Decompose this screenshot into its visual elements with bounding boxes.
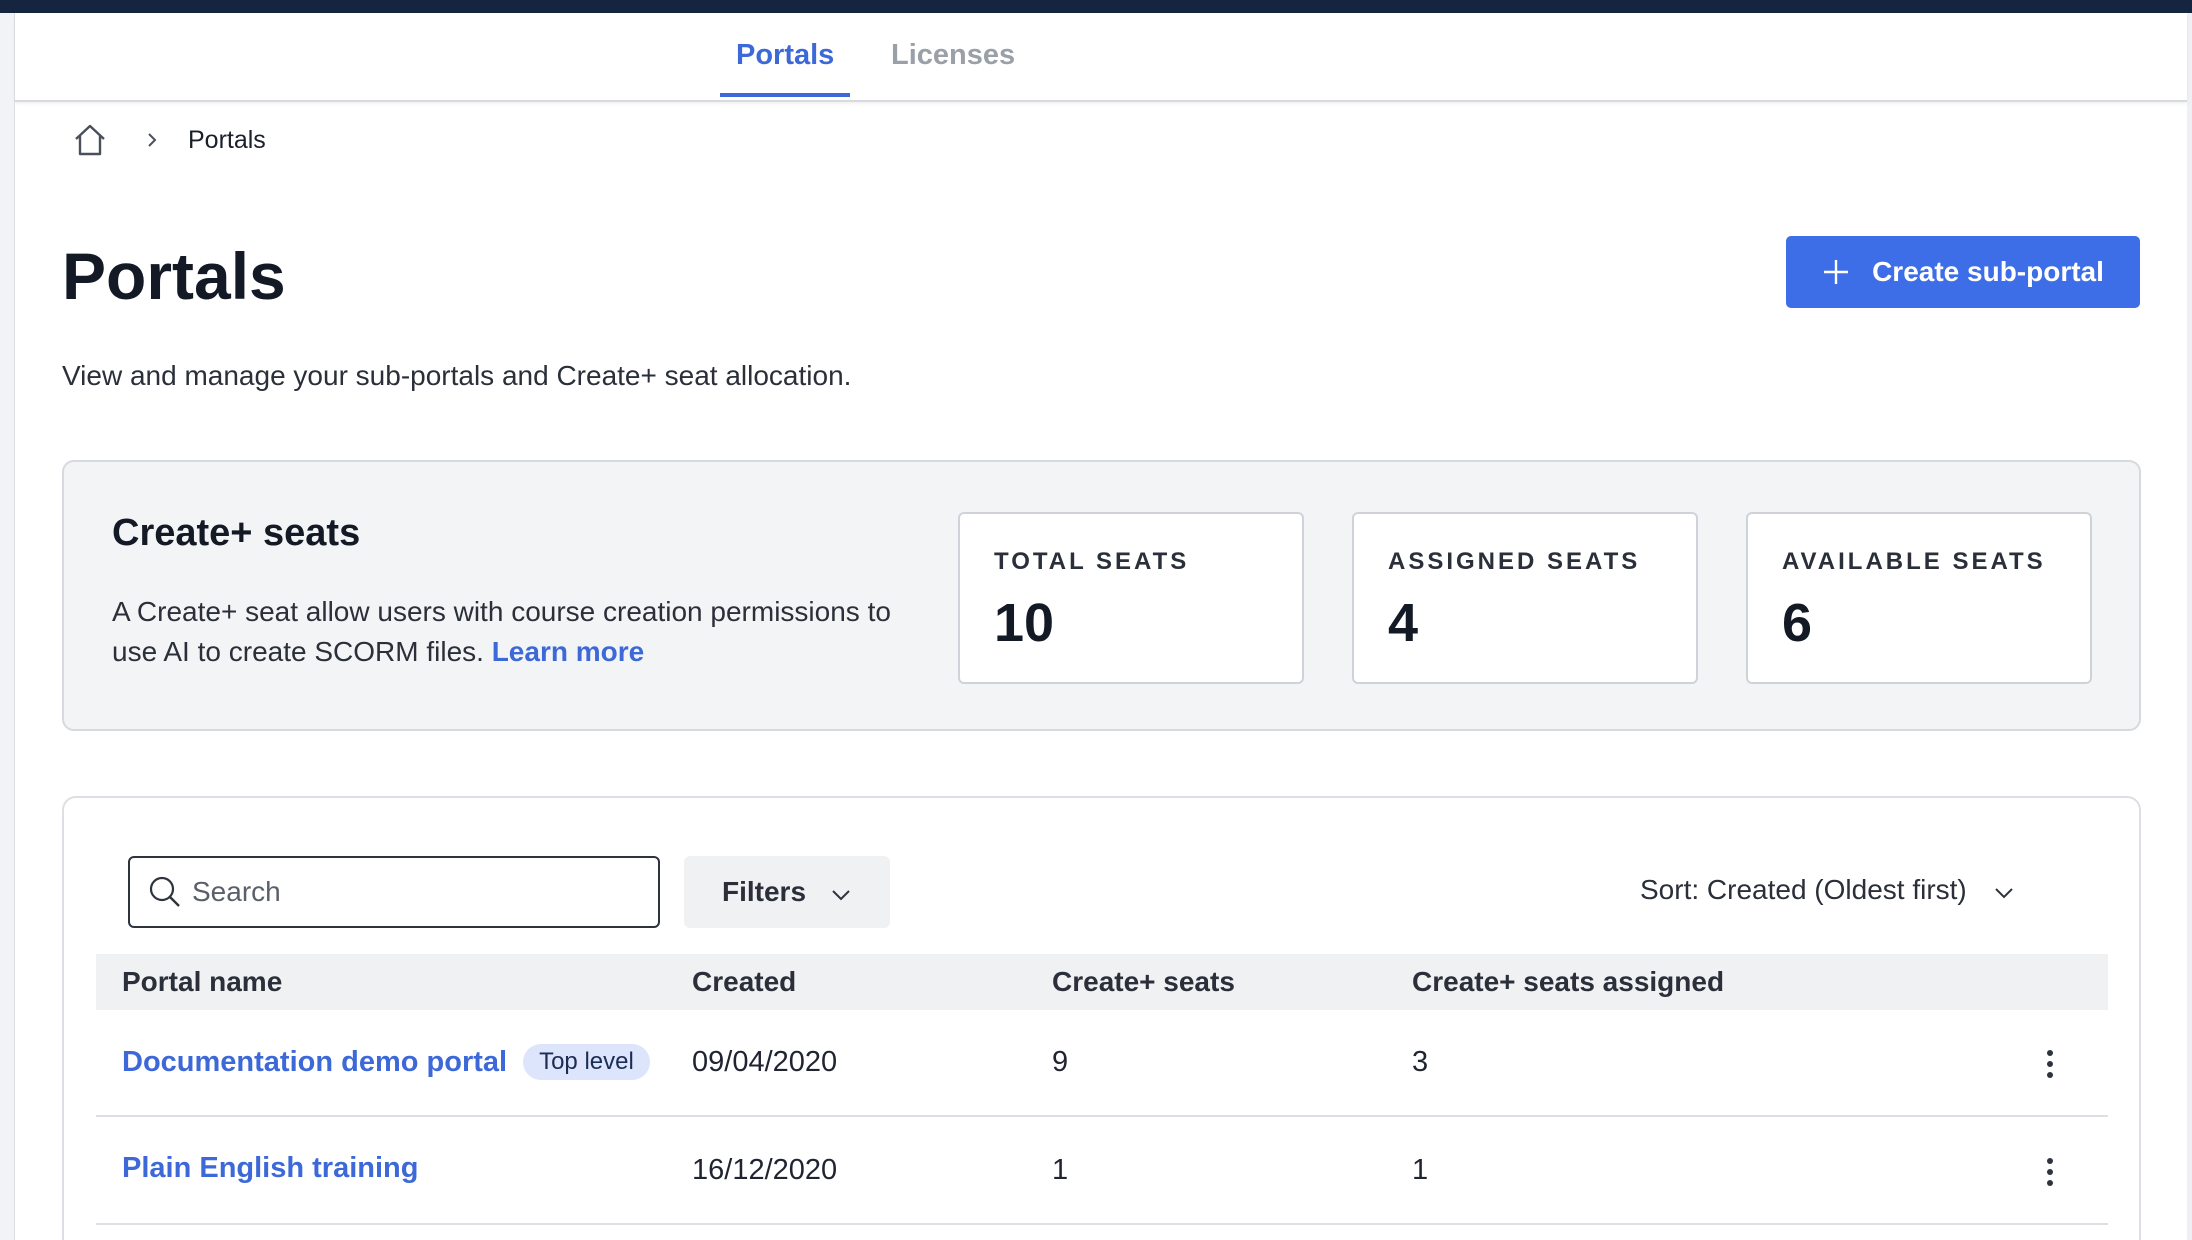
page-subtitle: View and manage your sub-portals and Cre…: [62, 360, 852, 391]
create-sub-portal-button[interactable]: Create sub-portal: [1786, 236, 2140, 308]
stat-value: 10: [994, 593, 1055, 653]
sort-label: Sort: Created (Oldest first): [1640, 874, 1967, 905]
search-box[interactable]: [128, 856, 660, 928]
page-title: Portals: [62, 239, 286, 313]
seats-description: A Create+ seat allow users with course c…: [112, 592, 932, 672]
tab-portals[interactable]: Portals: [720, 39, 851, 97]
tab-licenses[interactable]: Licenses: [875, 39, 1031, 97]
created-cell: 09/04/2020: [692, 1046, 838, 1078]
stat-label: TOTAL SEATS: [994, 548, 1190, 575]
stat-label: AVAILABLE SEATS: [1782, 548, 2046, 575]
table-header: Portal name Created Create+ seats Create…: [96, 954, 2108, 1010]
portals-table-card: Filters Sort: Created (Oldest first) Por…: [62, 796, 2141, 1240]
sort-dropdown[interactable]: Sort: Created (Oldest first): [1640, 874, 2015, 906]
more-options-icon[interactable]: [2036, 1042, 2064, 1086]
table-row: Plain English training 16/12/2020 1 1: [96, 1118, 2108, 1225]
top-level-badge: Top level: [523, 1044, 650, 1080]
more-options-icon[interactable]: [2036, 1150, 2064, 1194]
column-header-seats-assigned[interactable]: Create+ seats assigned: [1412, 966, 1724, 998]
left-rail: [0, 13, 15, 1240]
portal-name-link[interactable]: Documentation demo portal: [122, 1046, 507, 1079]
breadcrumb: Portals: [72, 120, 266, 160]
portal-name-cell: Documentation demo portal Top level: [122, 1044, 650, 1080]
learn-more-link[interactable]: Learn more: [492, 636, 645, 667]
stat-value: 4: [1388, 593, 1419, 653]
stat-label: ASSIGNED SEATS: [1388, 548, 1641, 575]
assigned-cell: 1: [1412, 1154, 1429, 1186]
tab-bar: Portals Licenses: [15, 13, 2187, 102]
table-row: Documentation demo portal Top level 09/0…: [96, 1010, 2108, 1117]
stat-value: 6: [1782, 593, 1813, 653]
column-header-created[interactable]: Created: [692, 966, 796, 998]
portal-name-cell: Plain English training: [122, 1152, 418, 1185]
create-plus-seats-card: Create+ seats A Create+ seat allow users…: [62, 460, 2141, 731]
column-header-portal-name[interactable]: Portal name: [122, 966, 282, 998]
seats-title: Create+ seats: [112, 512, 361, 554]
created-cell: 16/12/2020: [692, 1154, 838, 1186]
seats-cell: 1: [1052, 1154, 1069, 1186]
search-icon: [148, 875, 182, 909]
seats-cell: 9: [1052, 1046, 1069, 1078]
column-header-create-plus-seats[interactable]: Create+ seats: [1052, 966, 1235, 998]
portal-name-link[interactable]: Plain English training: [122, 1152, 418, 1185]
chevron-down-icon: [830, 881, 852, 903]
chevron-right-icon: [142, 130, 162, 150]
stat-total-seats: TOTAL SEATS 10: [958, 512, 1304, 684]
stat-assigned-seats: ASSIGNED SEATS 4: [1352, 512, 1698, 684]
plus-icon: [1822, 258, 1850, 286]
search-input[interactable]: [192, 876, 612, 908]
chevron-down-icon: [1993, 879, 2015, 901]
assigned-cell: 3: [1412, 1046, 1429, 1078]
stat-available-seats: AVAILABLE SEATS 6: [1746, 512, 2092, 684]
create-sub-portal-label: Create sub-portal: [1872, 256, 2104, 287]
top-bar: [0, 0, 2192, 13]
filters-label: Filters: [721, 876, 807, 907]
right-rail: [2187, 13, 2192, 1240]
breadcrumb-current: Portals: [188, 125, 266, 154]
home-icon[interactable]: [72, 122, 108, 158]
filters-button[interactable]: Filters: [684, 856, 890, 928]
